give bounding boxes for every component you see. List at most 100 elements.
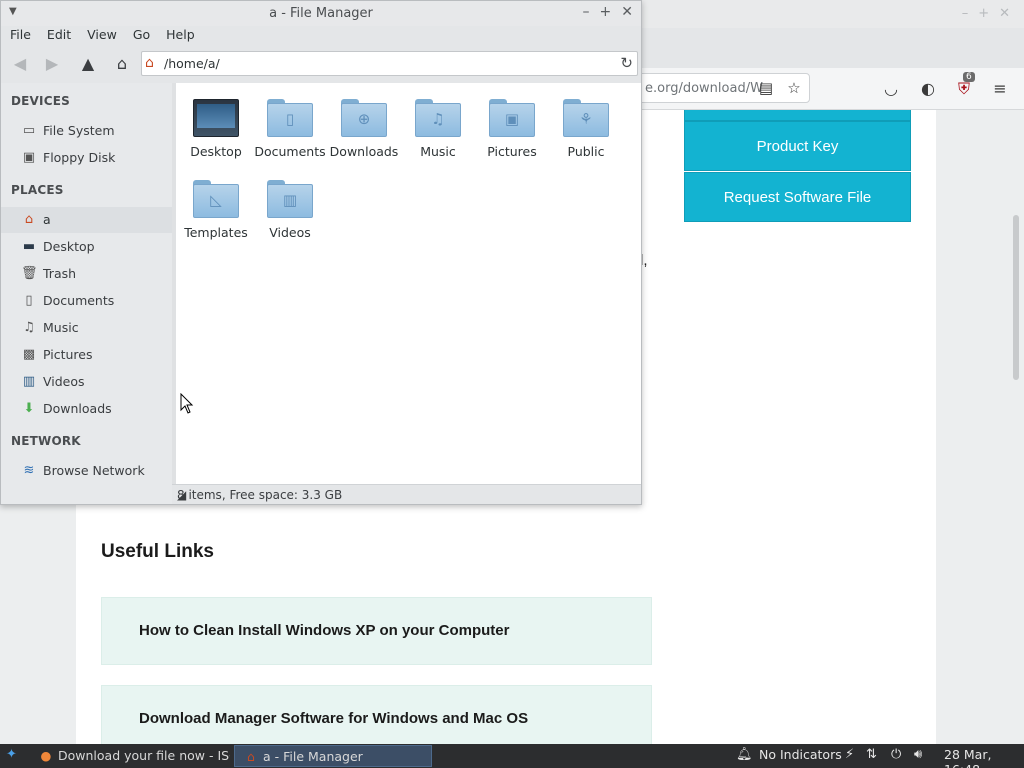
downloads-folder-icon: ⊕: [341, 99, 387, 137]
file-item-label: Public: [567, 144, 605, 159]
sidebar-item-label: Pictures: [43, 347, 93, 362]
clipboard-icon[interactable]: ⚡: [845, 747, 854, 762]
browser-window-controls: – + ✕: [962, 6, 1010, 21]
task-label: Download your file now - ISO...: [58, 748, 230, 763]
fm-menubar: File Edit View Go Help: [1, 26, 641, 47]
sidebar-item-downloads[interactable]: ⬇ Downloads: [1, 396, 172, 422]
sidebar-item-desktop[interactable]: ▬ Desktop: [1, 234, 172, 260]
link-card-title[interactable]: How to Clean Install Windows XP on your …: [139, 622, 509, 639]
public-folder-icon: ⚘: [563, 99, 609, 137]
templates-folder-icon: ◺: [193, 180, 239, 218]
location-path[interactable]: /home/a/: [164, 56, 220, 71]
file-item-videos[interactable]: ▥ Videos: [253, 174, 327, 252]
file-item-music[interactable]: ♫ Music: [401, 93, 475, 171]
network-icon[interactable]: ⇅: [866, 747, 877, 762]
menu-icon[interactable]: ≡: [989, 78, 1011, 100]
close-icon[interactable]: ✕: [999, 6, 1010, 21]
forward-arrow-icon[interactable]: ▶: [41, 54, 63, 74]
menu-edit[interactable]: Edit: [47, 26, 71, 47]
sidebar-item-pictures[interactable]: ▩ Pictures: [1, 342, 172, 368]
desktop-icon: ▬: [22, 239, 36, 254]
fm-sidebar: DEVICES ▭ File System ▣ Floppy Disk PLAC…: [1, 83, 172, 504]
floppy-icon: ▣: [22, 150, 36, 165]
file-item-templates[interactable]: ◺ Templates: [179, 174, 253, 252]
places-header: PLACES: [11, 183, 64, 197]
download-button-edge[interactable]: [684, 110, 911, 121]
home-icon: ⌂: [24, 212, 34, 227]
account-icon[interactable]: ◐: [917, 78, 939, 100]
video-icon: ▥: [22, 374, 36, 389]
indicators-text: No Indicators: [759, 747, 842, 762]
sidebar-item-trash[interactable]: 🗑︎ Trash: [1, 261, 172, 287]
whisker-menu-icon[interactable]: ✦: [6, 747, 17, 762]
sidebar-item-home[interactable]: ⌂ a: [1, 207, 172, 233]
picture-icon: ▩: [22, 347, 36, 362]
maximize-icon[interactable]: +: [978, 6, 989, 21]
link-card[interactable]: Download Manager Software for Windows an…: [101, 685, 652, 753]
url-text[interactable]: e.org/download/W: [645, 81, 763, 96]
sidebar-item-file-system[interactable]: ▭ File System: [1, 118, 172, 144]
bookmark-star-icon[interactable]: ☆: [785, 79, 803, 97]
menu-file[interactable]: File: [10, 26, 31, 47]
pocket-icon[interactable]: ◡: [880, 78, 902, 100]
home-icon[interactable]: ⌂: [111, 54, 133, 74]
sidebar-item-music[interactable]: ♫ Music: [1, 315, 172, 341]
music-icon: ♫: [23, 320, 35, 335]
file-item-desktop[interactable]: Desktop: [179, 93, 253, 171]
trash-icon: 🗑︎: [21, 266, 38, 281]
sidebar-item-label: File System: [43, 123, 115, 138]
file-item-pictures[interactable]: ▣ Pictures: [475, 93, 549, 171]
music-folder-icon: ♫: [415, 99, 461, 137]
location-bar[interactable]: ⌂ /home/a/ ↻: [141, 51, 638, 76]
volume-icon[interactable]: 🔊︎: [914, 747, 922, 762]
sidebar-item-floppy-disk[interactable]: ▣ Floppy Disk: [1, 145, 172, 171]
desktop-icon: [193, 99, 239, 137]
sidebar-item-label: a: [43, 212, 51, 227]
resize-grip-icon[interactable]: ◢: [177, 488, 637, 502]
task-label: a - File Manager: [263, 749, 363, 764]
sidebar-item-videos[interactable]: ▥ Videos: [1, 369, 172, 395]
file-view: Desktop ▯ Documents ⊕ Downloads ♫ Music …: [176, 83, 641, 484]
file-item-public[interactable]: ⚘ Public: [549, 93, 623, 171]
back-arrow-icon[interactable]: ◀: [9, 54, 31, 74]
link-card-title[interactable]: Download Manager Software for Windows an…: [139, 710, 528, 727]
file-item-documents[interactable]: ▯ Documents: [253, 93, 327, 171]
fm-titlebar[interactable]: ▼ a - File Manager – + ✕: [1, 1, 641, 26]
document-icon: ▯: [25, 293, 33, 308]
sidebar-item-browse-network[interactable]: ≋ Browse Network: [1, 458, 172, 484]
fm-toolbar: ◀ ▶ ▲ ⌂ ⌂ /home/a/ ↻: [1, 47, 641, 80]
mouse-cursor-icon: [180, 393, 194, 414]
menu-go[interactable]: Go: [133, 26, 150, 47]
file-item-downloads[interactable]: ⊕ Downloads: [327, 93, 401, 171]
sidebar-item-label: Desktop: [43, 239, 95, 254]
page-scrollbar[interactable]: [1013, 215, 1019, 380]
pictures-folder-icon: ▣: [489, 99, 535, 137]
sidebar-item-documents[interactable]: ▯ Documents: [1, 288, 172, 314]
power-icon[interactable]: ⏻: [891, 747, 901, 762]
minimize-icon[interactable]: –: [962, 6, 969, 21]
sidebar-item-label: Trash: [43, 266, 77, 281]
devices-header: DEVICES: [11, 94, 70, 108]
up-arrow-icon[interactable]: ▲: [77, 54, 99, 74]
documents-folder-icon: ▯: [267, 99, 313, 137]
menu-help[interactable]: Help: [166, 26, 195, 47]
reload-icon[interactable]: ↻: [620, 54, 633, 72]
task-button-browser[interactable]: ● Download your file now - ISO...: [30, 745, 230, 767]
clock[interactable]: 28 Mar, 16:48: [944, 747, 1024, 768]
minimize-icon[interactable]: –: [583, 4, 590, 20]
menu-view[interactable]: View: [87, 26, 117, 47]
home-folder-icon: ⌂: [145, 55, 154, 71]
notification-bell-icon[interactable]: 🔔︎: [736, 747, 753, 762]
useful-links-heading: Useful Links: [101, 541, 214, 562]
reader-view-icon[interactable]: ▤: [757, 79, 775, 97]
link-card[interactable]: How to Clean Install Windows XP on your …: [101, 597, 652, 665]
file-manager-window: ▼ a - File Manager – + ✕ File Edit View …: [0, 0, 642, 505]
maximize-icon[interactable]: +: [600, 4, 612, 20]
close-icon[interactable]: ✕: [621, 4, 633, 20]
request-software-file-button[interactable]: Request Software File: [684, 172, 911, 222]
sidebar-item-label: Videos: [43, 374, 85, 389]
product-key-button[interactable]: Product Key: [684, 121, 911, 171]
file-item-label: Videos: [269, 225, 311, 240]
task-button-file-manager[interactable]: ⌂ a - File Manager: [234, 745, 432, 767]
fm-statusbar: 8 items, Free space: 3.3 GB ◢: [172, 484, 641, 504]
